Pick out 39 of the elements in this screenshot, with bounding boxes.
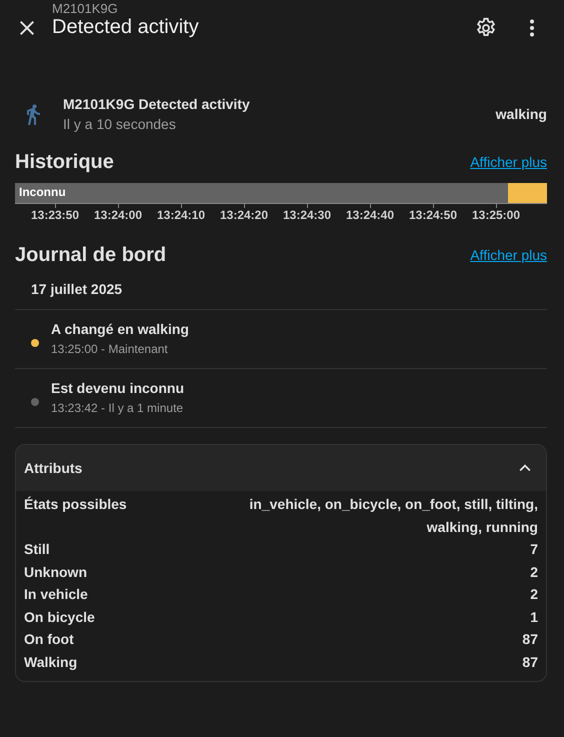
axis-tick-label: 13:25:00	[472, 208, 520, 223]
logbook-time: 13:25:00 - Maintenant	[51, 341, 169, 358]
attributes-header[interactable]: Attributs	[16, 445, 546, 491]
logbook-time: 13:23:42 - Il y a 1 minute	[51, 400, 184, 417]
logbook-message: A changé en walking	[51, 320, 189, 339]
attribute-name: In vehicle	[24, 585, 88, 604]
axis-tick-label: 13:24:00	[94, 208, 142, 223]
attribute-name: Unknown	[24, 562, 87, 582]
attribute-value: in_vehicle, on_bicycle, on_foot, still, tilting, walking, running	[248, 495, 538, 537]
dialog-subtitle: M2101K9G	[52, 0, 119, 16]
entity-state: walking	[496, 106, 547, 122]
axis-tick-label: 13:24:10	[156, 208, 206, 223]
axis-tick-label: 13:24:50	[408, 208, 458, 223]
axis-tick-label: 13:24:30	[282, 208, 332, 223]
entity-last-changed: Il y a 10 secondes	[63, 115, 177, 134]
attribute-value: 1	[530, 608, 538, 626]
attribute-value: 87	[522, 652, 538, 672]
dialog-title: Detected activity	[52, 16, 200, 38]
attribute-value: 2	[530, 562, 538, 582]
attribute-name: États possibles	[24, 495, 127, 514]
attribute-name: Walking	[24, 652, 78, 672]
axis-tick-label: 13:24:20	[220, 208, 268, 223]
segment-label: Inconnu	[18, 184, 66, 201]
attribute-name: On foot	[24, 630, 74, 649]
logbook-message: Est devenu inconnu	[51, 379, 184, 398]
section-title: Historique	[15, 150, 114, 174]
axis-tick-label: 13:24:40	[346, 208, 394, 223]
attribute-name: On bicycle	[24, 608, 95, 627]
attribute-value: 2	[530, 585, 538, 604]
attribute-name: Still	[24, 540, 50, 559]
attributes-title: Attributs	[24, 460, 82, 476]
attribute-value: 7	[530, 540, 538, 559]
attribute-value: 87	[522, 630, 538, 649]
show-more-link[interactable]: Afficher plus	[470, 247, 547, 263]
section-title: Journal de bord	[15, 244, 166, 266]
entity-name: M2101K9G Detected activity	[63, 95, 251, 114]
axis-tick-label: 13:23:50	[30, 208, 80, 223]
logbook-date: 17 juillet 2025	[15, 269, 547, 310]
show-more-link[interactable]: Afficher plus	[470, 154, 547, 170]
